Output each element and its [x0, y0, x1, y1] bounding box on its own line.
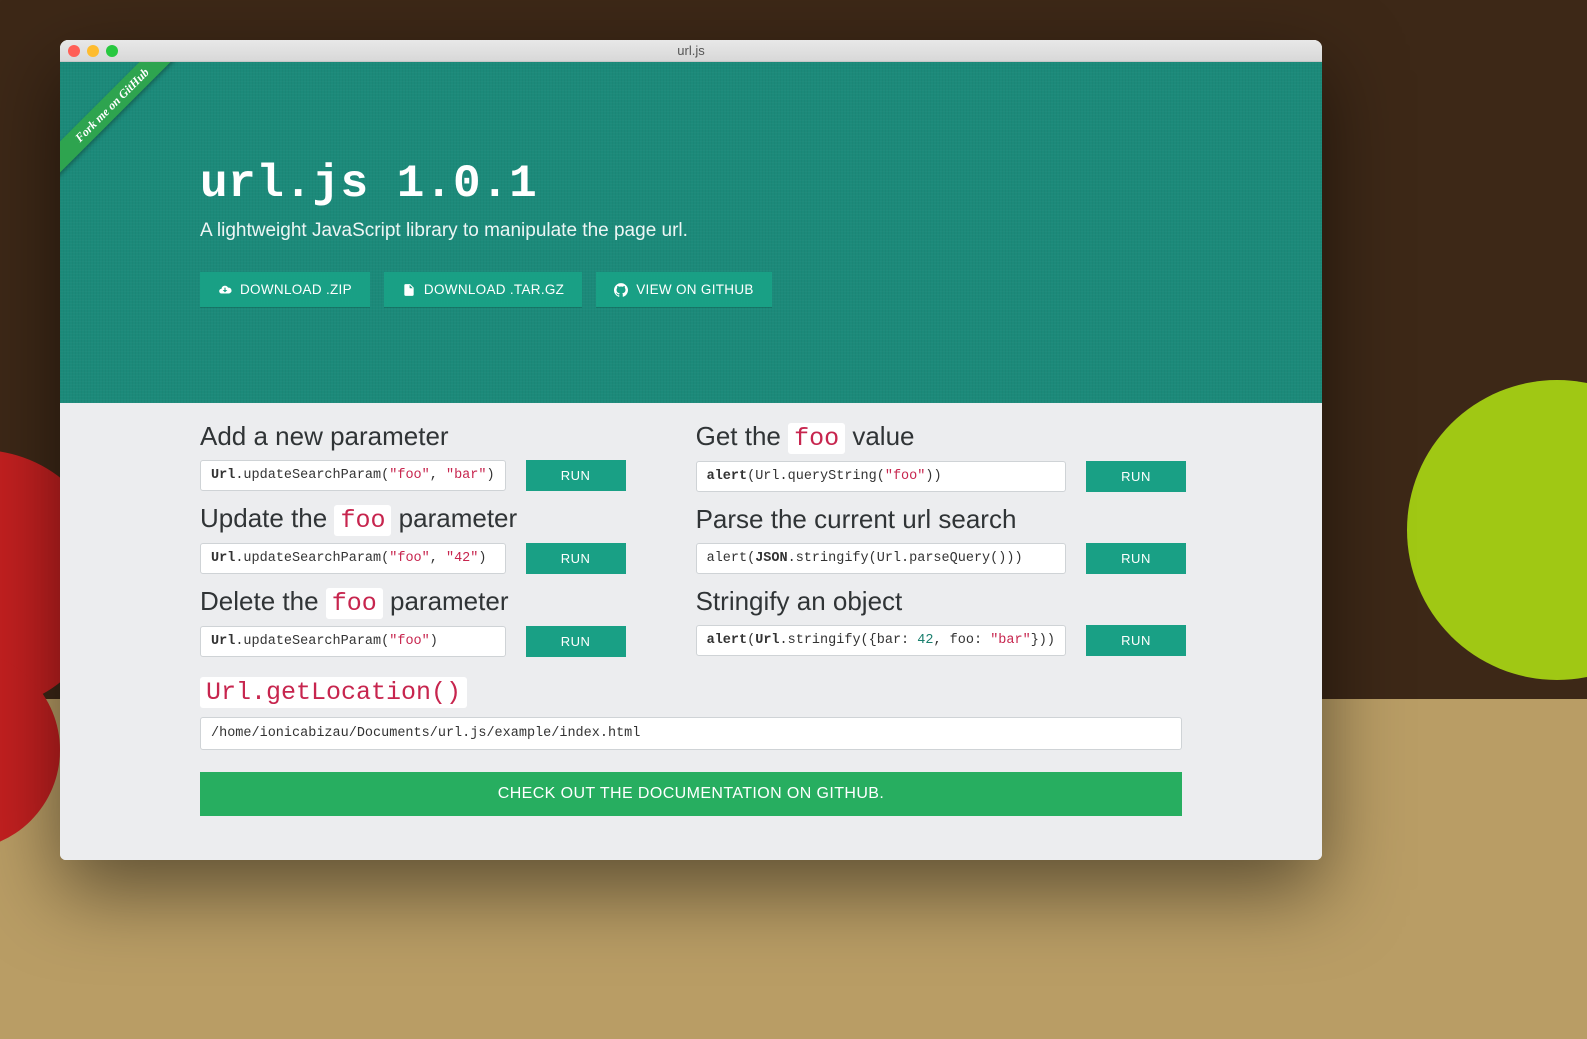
code-snippet: alert(Url.queryString("foo"))	[696, 461, 1066, 492]
run-button[interactable]: RUN	[526, 543, 626, 574]
download-targz-button[interactable]: DOWNLOAD .TAR.GZ	[384, 272, 582, 307]
code-snippet: Url.updateSearchParam("foo")	[200, 626, 506, 657]
view-github-button[interactable]: VIEW ON GITHUB	[596, 272, 771, 307]
window-close-button[interactable]	[68, 45, 80, 57]
code-snippet: Url.updateSearchParam("foo", "bar")	[200, 460, 506, 491]
documentation-button[interactable]: CHECK OUT THE DOCUMENTATION ON GITHUB.	[200, 772, 1182, 816]
page-subtitle: A lightweight JavaScript library to mani…	[200, 220, 1182, 242]
examples-section: Add a new parameter Url.updateSearchParam…	[60, 403, 1322, 844]
page-body: Fork me on GitHub url.js 1.0.1 A lightwe…	[60, 62, 1322, 860]
example-heading: Parse the current url search	[696, 504, 1186, 535]
example-heading-code: foo	[788, 423, 845, 454]
example-heading-code: foo	[334, 505, 391, 536]
example-heading: Add a new parameter	[200, 421, 626, 452]
cloud-download-icon	[218, 283, 232, 297]
run-button[interactable]: RUN	[1086, 625, 1186, 656]
run-button[interactable]: RUN	[526, 626, 626, 657]
hero-section: Fork me on GitHub url.js 1.0.1 A lightwe…	[60, 62, 1322, 403]
getlocation-value: /home/ionicabizau/Documents/url.js/examp…	[200, 717, 1182, 750]
window-titlebar: url.js	[60, 40, 1322, 62]
examples-left-column: Add a new parameter Url.updateSearchParam…	[200, 421, 626, 657]
example-heading: Stringify an object	[696, 586, 1186, 617]
example-right-1: Parse the current url search alert(JSON.s…	[696, 504, 1186, 574]
getlocation-heading: Url.getLocation()	[200, 675, 1182, 707]
fork-ribbon[interactable]: Fork me on GitHub	[60, 62, 190, 183]
example-right-0: Get the foo value alert(Url.queryString("…	[696, 421, 1186, 492]
run-button[interactable]: RUN	[526, 460, 626, 491]
window-minimize-button[interactable]	[87, 45, 99, 57]
example-heading: Update the foo parameter	[200, 503, 626, 535]
example-heading-code: foo	[326, 588, 383, 619]
run-button[interactable]: RUN	[1086, 543, 1186, 574]
run-button[interactable]: RUN	[1086, 461, 1186, 492]
code-snippet: alert(Url.stringify({bar: 42, foo: "bar"…	[696, 625, 1066, 656]
download-zip-button[interactable]: DOWNLOAD .ZIP	[200, 272, 370, 307]
window-zoom-button[interactable]	[106, 45, 118, 57]
code-snippet: alert(JSON.stringify(Url.parseQuery()))	[696, 543, 1066, 574]
example-heading: Get the foo value	[696, 421, 1186, 453]
download-zip-label: DOWNLOAD .ZIP	[240, 282, 352, 297]
getlocation-heading-code: Url.getLocation()	[200, 677, 467, 708]
example-left-2: Delete the foo parameter Url.updateSearch…	[200, 586, 626, 657]
github-icon	[614, 283, 628, 297]
code-snippet: Url.updateSearchParam("foo", "42")	[200, 543, 506, 574]
download-targz-label: DOWNLOAD .TAR.GZ	[424, 282, 564, 297]
window-title: url.js	[60, 43, 1322, 58]
example-right-2: Stringify an object alert(Url.stringify({…	[696, 586, 1186, 656]
file-download-icon	[402, 283, 416, 297]
examples-right-column: Get the foo value alert(Url.queryString("…	[696, 421, 1186, 657]
browser-window: url.js Fork me on GitHub url.js 1.0.1 A …	[60, 40, 1322, 860]
example-left-0: Add a new parameter Url.updateSearchParam…	[200, 421, 626, 491]
page-title: url.js 1.0.1	[200, 158, 1182, 210]
example-heading: Delete the foo parameter	[200, 586, 626, 618]
example-left-1: Update the foo parameter Url.updateSearch…	[200, 503, 626, 574]
view-github-label: VIEW ON GITHUB	[636, 282, 753, 297]
